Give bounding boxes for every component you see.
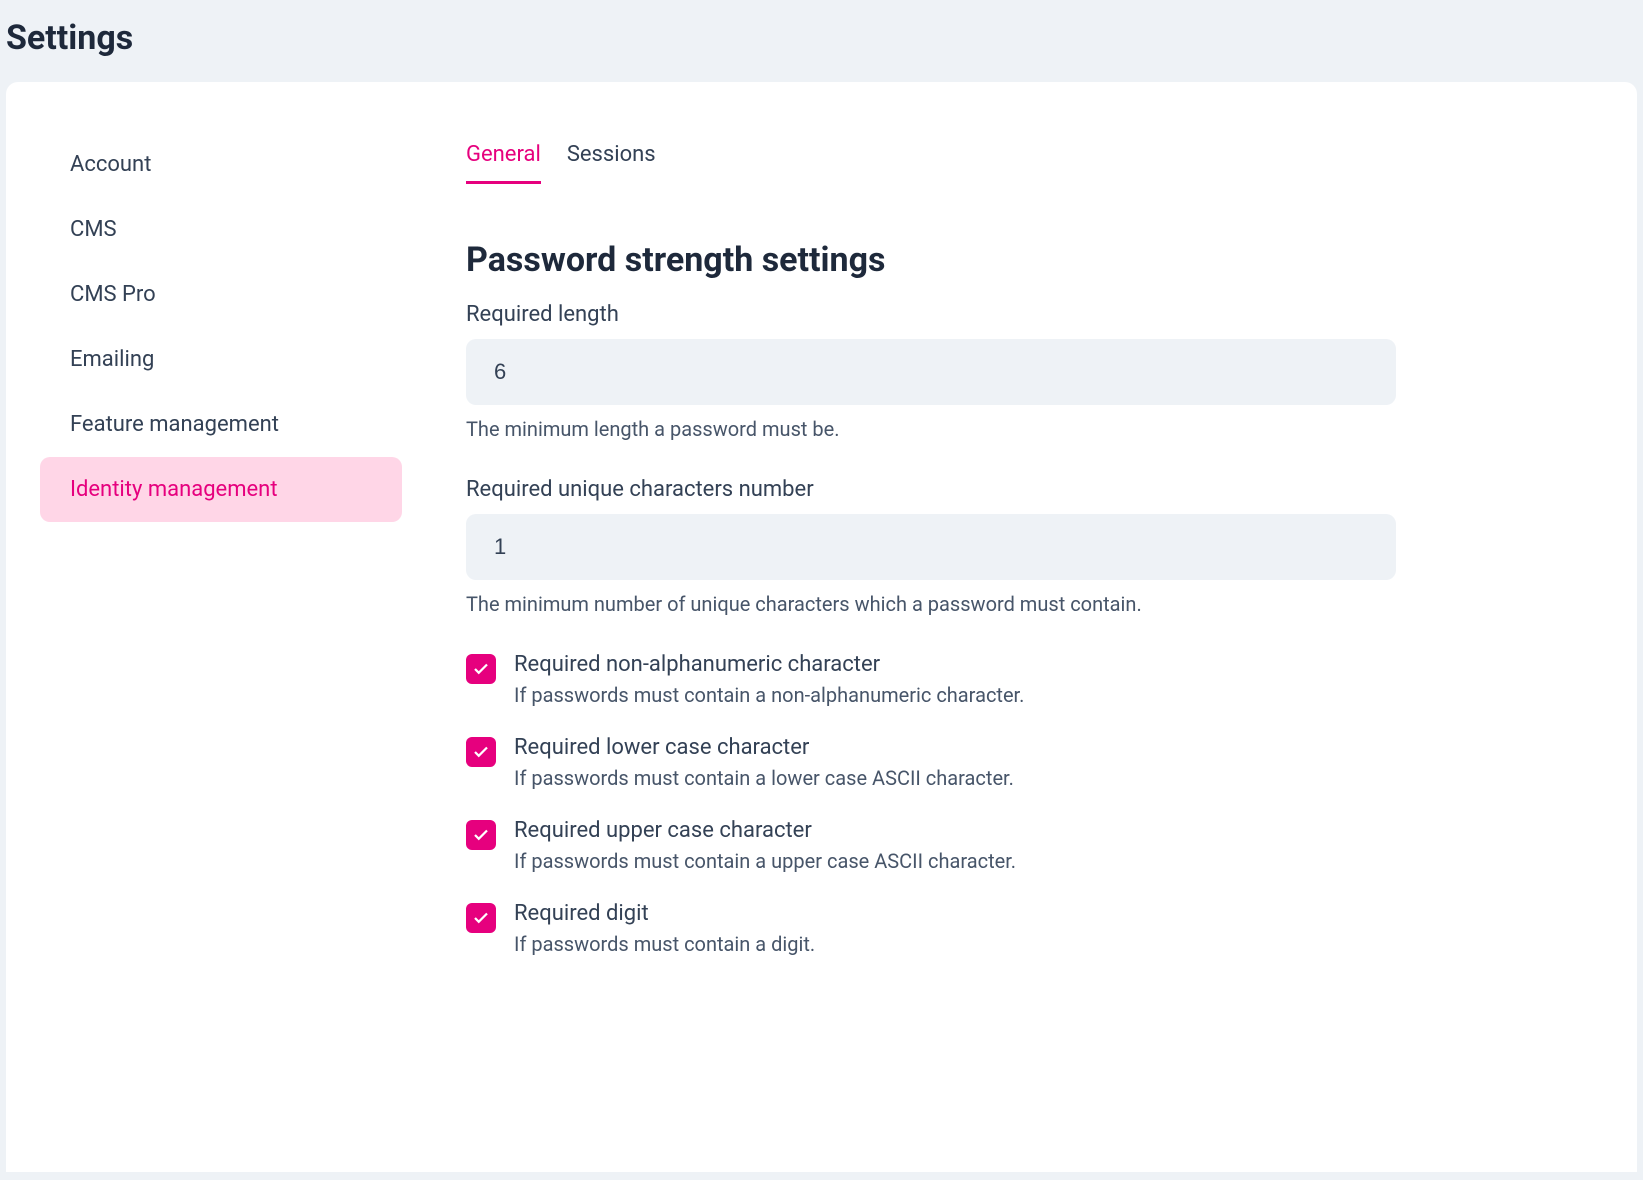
checkbox-label: Required upper case character xyxy=(514,818,1557,843)
field-required-unique: Required unique characters number The mi… xyxy=(466,477,1557,616)
checkbox-input[interactable] xyxy=(466,820,496,850)
section-title: Password strength settings xyxy=(466,240,1557,280)
checkbox-lower-case: Required lower case character If passwor… xyxy=(466,735,1557,790)
tab-label: General xyxy=(466,142,541,167)
required-unique-input[interactable] xyxy=(466,514,1396,580)
field-help: The minimum number of unique characters … xyxy=(466,592,1557,616)
settings-panel: Account CMS CMS Pro Emailing Feature man… xyxy=(6,82,1637,1172)
checkbox-non-alphanumeric: Required non-alphanumeric character If p… xyxy=(466,652,1557,707)
checkbox-content: Required non-alphanumeric character If p… xyxy=(514,652,1557,707)
sidebar-item-label: Feature management xyxy=(70,412,279,437)
checkbox-upper-case: Required upper case character If passwor… xyxy=(466,818,1557,873)
checkbox-input[interactable] xyxy=(466,903,496,933)
page-header: Settings xyxy=(0,0,1643,82)
required-length-input[interactable] xyxy=(466,339,1396,405)
sidebar-item-emailing[interactable]: Emailing xyxy=(40,327,402,392)
settings-content: General Sessions Password strength setti… xyxy=(436,112,1637,1172)
checkbox-label: Required lower case character xyxy=(514,735,1557,760)
checkbox-digit: Required digit If passwords must contain… xyxy=(466,901,1557,956)
checkbox-content: Required lower case character If passwor… xyxy=(514,735,1557,790)
sidebar-item-label: Account xyxy=(70,152,151,177)
checkbox-content: Required digit If passwords must contain… xyxy=(514,901,1557,956)
tab-general[interactable]: General xyxy=(466,142,541,184)
tab-sessions[interactable]: Sessions xyxy=(567,142,656,184)
sidebar-item-label: Identity management xyxy=(70,477,278,502)
checkbox-input[interactable] xyxy=(466,737,496,767)
sidebar-item-label: CMS Pro xyxy=(70,282,156,307)
checkbox-content: Required upper case character If passwor… xyxy=(514,818,1557,873)
sidebar-item-label: CMS xyxy=(70,217,117,242)
tab-label: Sessions xyxy=(567,142,656,167)
checkbox-help: If passwords must contain a upper case A… xyxy=(514,849,1016,873)
sidebar-item-identity-management[interactable]: Identity management xyxy=(40,457,402,522)
checkbox-label: Required digit xyxy=(514,901,1557,926)
checkbox-input[interactable] xyxy=(466,654,496,684)
check-icon xyxy=(472,743,490,761)
checkbox-help: If passwords must contain a non-alphanum… xyxy=(514,683,1024,707)
page-title: Settings xyxy=(6,18,1637,58)
check-icon xyxy=(472,909,490,927)
settings-sidebar: Account CMS CMS Pro Emailing Feature man… xyxy=(6,112,436,1172)
sidebar-item-feature-management[interactable]: Feature management xyxy=(40,392,402,457)
tabs: General Sessions xyxy=(466,142,1557,184)
field-required-length: Required length The minimum length a pas… xyxy=(466,302,1557,441)
checkbox-help: If passwords must contain a digit. xyxy=(514,932,815,956)
sidebar-item-cms-pro[interactable]: CMS Pro xyxy=(40,262,402,327)
check-icon xyxy=(472,660,490,678)
checkbox-help: If passwords must contain a lower case A… xyxy=(514,766,1014,790)
sidebar-item-account[interactable]: Account xyxy=(40,132,402,197)
sidebar-item-label: Emailing xyxy=(70,347,154,372)
sidebar-item-cms[interactable]: CMS xyxy=(40,197,402,262)
check-icon xyxy=(472,826,490,844)
field-help: The minimum length a password must be. xyxy=(466,417,1557,441)
field-label: Required unique characters number xyxy=(466,477,1557,502)
field-label: Required length xyxy=(466,302,1557,327)
checkbox-label: Required non-alphanumeric character xyxy=(514,652,1557,677)
